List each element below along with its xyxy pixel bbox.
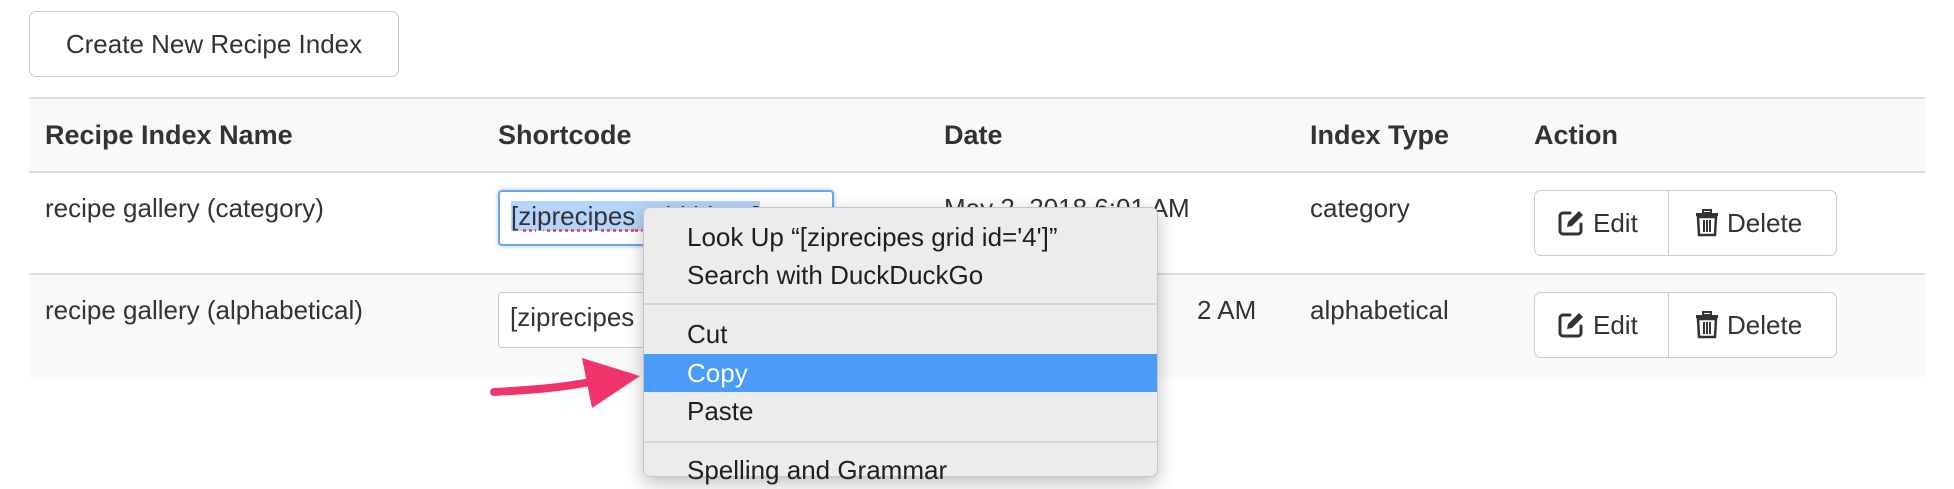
edit-label: Edit: [1593, 309, 1638, 340]
pointer-arrow-icon: [490, 358, 640, 408]
menu-separator: [644, 303, 1157, 305]
menu-separator: [644, 441, 1157, 443]
date-cell: 2 AM: [1197, 295, 1257, 325]
edit-button[interactable]: Edit: [1535, 293, 1669, 357]
action-button-group: Edit Delete: [1534, 190, 1837, 256]
delete-label: Delete: [1727, 309, 1803, 340]
edit-button[interactable]: Edit: [1535, 191, 1669, 255]
edit-label: Edit: [1593, 207, 1638, 238]
header-action: Action: [1534, 119, 1618, 150]
context-menu: Look Up “[ziprecipes grid id='4']” Searc…: [643, 207, 1158, 485]
header-name: Recipe Index Name: [45, 119, 293, 150]
index-type-cell: alphabetical: [1310, 295, 1449, 325]
menu-item-spelling-grammar[interactable]: Spelling and Grammar: [644, 451, 1157, 489]
index-type-cell: category: [1310, 193, 1410, 223]
selected-shortcode-text: [ziprecipes: [511, 201, 636, 231]
delete-button[interactable]: Delete: [1669, 293, 1836, 357]
action-button-group: Edit Delete: [1534, 292, 1837, 358]
recipe-index-name: recipe gallery (category): [45, 193, 324, 223]
delete-label: Delete: [1727, 207, 1803, 238]
create-new-recipe-index-button[interactable]: Create New Recipe Index: [29, 11, 399, 77]
table-header: Recipe Index Name Shortcode Date Index T…: [29, 97, 1925, 173]
pencil-square-icon: [1558, 313, 1583, 338]
menu-item-paste[interactable]: Paste: [644, 392, 1157, 430]
header-shortcode: Shortcode: [498, 119, 632, 150]
trash-icon: [1696, 209, 1718, 237]
pencil-square-icon: [1558, 211, 1583, 236]
trash-icon: [1696, 311, 1718, 339]
menu-item-cut[interactable]: Cut: [644, 315, 1157, 353]
menu-item-search-duckduckgo[interactable]: Search with DuckDuckGo: [644, 256, 1157, 294]
header-date: Date: [944, 119, 1003, 150]
menu-item-look-up[interactable]: Look Up “[ziprecipes grid id='4']”: [644, 218, 1157, 256]
delete-button[interactable]: Delete: [1669, 191, 1836, 255]
menu-item-copy[interactable]: Copy: [644, 354, 1157, 392]
recipe-index-name: recipe gallery (alphabetical): [45, 295, 363, 325]
header-index-type: Index Type: [1310, 119, 1450, 150]
